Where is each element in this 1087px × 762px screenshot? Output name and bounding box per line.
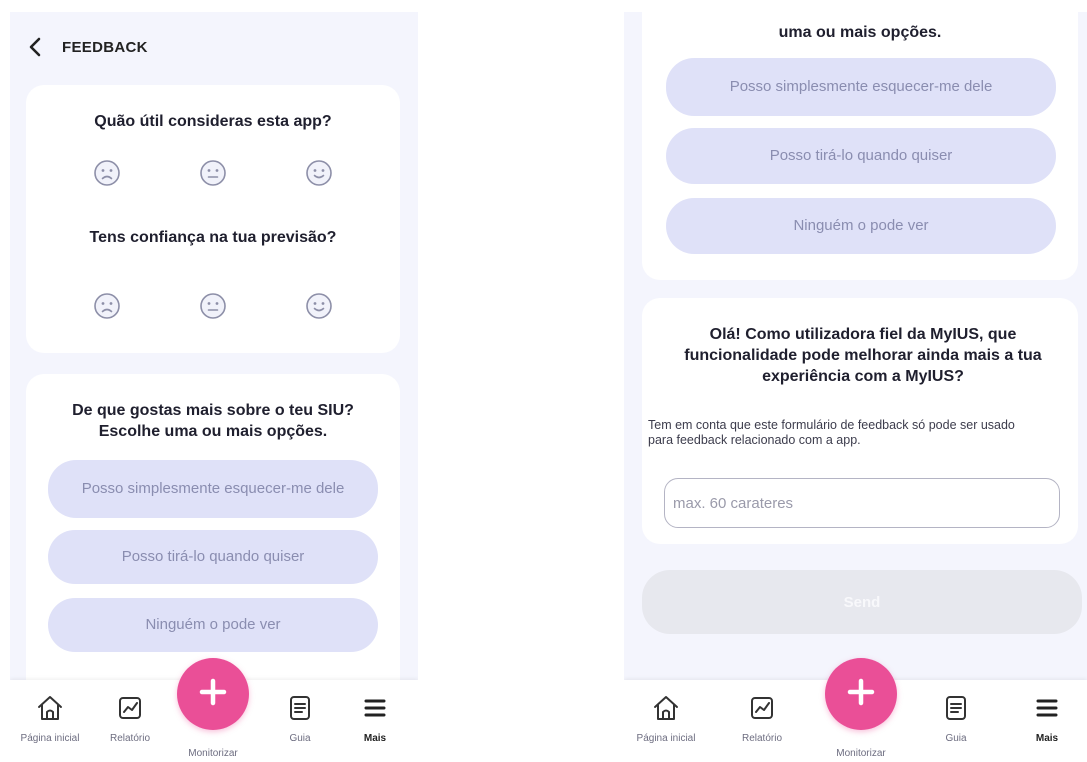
happy-face-icon[interactable] (304, 291, 334, 321)
neutral-face-icon[interactable] (198, 158, 228, 188)
option-forget-button[interactable]: Posso simplesmente esquecer-me dele (48, 460, 378, 518)
plus-icon (846, 677, 876, 712)
nav-guide[interactable]: Guia (265, 694, 335, 744)
likes-question-tail: uma ou mais opções. (778, 24, 942, 41)
chart-icon (748, 694, 776, 727)
nav-home-label: Página inicial (636, 733, 696, 744)
confidence-question: Tens confiança na tua previsão? (89, 229, 337, 246)
usefulness-question: Quão útil consideras esta app? (94, 113, 332, 130)
header: FEEDBACK (10, 32, 148, 62)
nav-home-label: Página inicial (20, 733, 80, 744)
scroll-area[interactable]: FEEDBACK Quão útil consideras esta app? … (10, 12, 418, 680)
option-forget-button[interactable]: Posso simplesmente esquecer-me dele (666, 58, 1056, 116)
option-remove-button[interactable]: Posso tirá-lo quando quiser (48, 530, 378, 584)
nav-report-label: Relatório (109, 733, 151, 744)
option-remove-button[interactable]: Posso tirá-lo quando quiser (666, 128, 1056, 184)
document-icon (943, 694, 969, 727)
plus-icon (198, 677, 228, 712)
bottom-nav: Página inicial Relatório Monitorizar Gui… (10, 658, 418, 762)
nav-report[interactable]: Relatório (95, 694, 165, 744)
likes-card: uma ou mais opções. Posso simplesmente e… (642, 12, 1078, 280)
neutral-face-icon[interactable] (198, 291, 228, 321)
chart-icon (116, 694, 144, 727)
add-button[interactable] (177, 658, 249, 730)
nav-guide-label: Guia (945, 733, 967, 744)
sad-face-icon[interactable] (92, 291, 122, 321)
feedback-text-input[interactable] (664, 478, 1060, 528)
feedback-screen-top: FEEDBACK Quão útil consideras esta app? … (10, 12, 418, 762)
home-icon (35, 694, 65, 727)
menu-icon (1034, 694, 1060, 727)
nav-more[interactable]: Mais (1012, 694, 1082, 744)
page-title: FEEDBACK (62, 38, 148, 56)
nav-more[interactable]: Mais (340, 694, 410, 744)
bottom-nav: Página inicial Relatório Monitorizar Gui… (624, 658, 1087, 762)
sad-face-icon[interactable] (92, 158, 122, 188)
nav-monitor-label: Monitorizar (836, 748, 886, 759)
option-invisible-button[interactable]: Ninguém o pode ver (48, 598, 378, 652)
send-button[interactable]: Send (642, 570, 1082, 634)
home-icon (651, 694, 681, 727)
usefulness-rating (26, 158, 400, 188)
improve-card: Olá! Como utilizadora fiel da MyIUS, que… (642, 298, 1078, 544)
happy-face-icon[interactable] (304, 158, 334, 188)
nav-guide-label: Guia (289, 733, 311, 744)
menu-icon (362, 694, 388, 727)
scroll-area[interactable]: uma ou mais opções. Posso simplesmente e… (624, 12, 1087, 680)
rating-card: Quão útil consideras esta app? Tens conf… (26, 85, 400, 353)
likes-question: De que gostas mais sobre o teu SIU? Esco… (72, 402, 354, 440)
improve-question: Olá! Como utilizadora fiel da MyIUS, que… (684, 326, 1042, 385)
nav-more-label: Mais (363, 733, 387, 744)
confidence-rating (26, 291, 400, 321)
feedback-screen-bottom: uma ou mais opções. Posso simplesmente e… (624, 12, 1087, 762)
nav-guide[interactable]: Guia (921, 694, 991, 744)
document-icon (287, 694, 313, 727)
nav-monitor-label: Monitorizar (188, 748, 238, 759)
nav-home[interactable]: Página inicial (15, 694, 85, 744)
nav-report-label: Relatório (741, 733, 783, 744)
nav-home[interactable]: Página inicial (631, 694, 701, 744)
nav-report[interactable]: Relatório (727, 694, 797, 744)
chevron-left-icon[interactable] (28, 35, 48, 59)
nav-more-label: Mais (1035, 733, 1059, 744)
add-button[interactable] (825, 658, 897, 730)
option-invisible-button[interactable]: Ninguém o pode ver (666, 198, 1056, 254)
likes-card: De que gostas mais sobre o teu SIU? Esco… (26, 374, 400, 680)
improve-helper-text: Tem em conta que este formulário de feed… (648, 418, 1015, 447)
